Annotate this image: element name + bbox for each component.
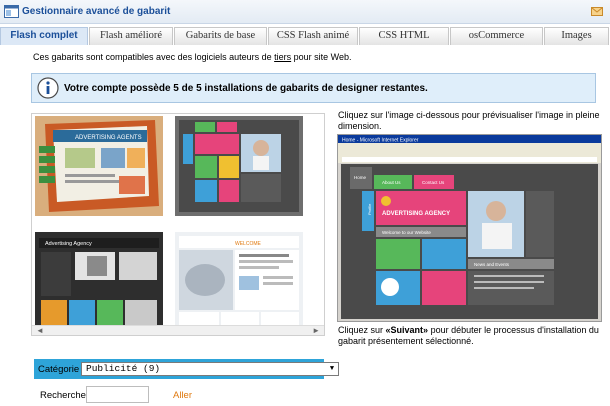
thumb1-heading: ADVERTISING AGENTS: [75, 135, 142, 141]
svg-text:About Us: About Us: [382, 180, 401, 185]
template-thumbnail[interactable]: ADVERTISING AGENTS: [35, 116, 163, 216]
thumbnail-advertising-agency-dark: Advertising Agency: [35, 232, 163, 332]
gallery-horizontal-scrollbar[interactable]: ◄ ►: [32, 325, 324, 335]
tab-flash-ameliore[interactable]: Flash amélioré: [89, 27, 173, 45]
svg-text:Profile: Profile: [367, 203, 372, 215]
preview-caption: Cliquez sur l'image ci-dessous pour prév…: [338, 110, 600, 131]
scroll-left-icon[interactable]: ◄: [36, 326, 44, 335]
tiers-link[interactable]: tiers: [274, 52, 291, 62]
chevron-down-icon[interactable]: ▼: [326, 363, 338, 375]
template-gallery: ADVERTISING AGENTS Advertising Agency WE…: [31, 113, 325, 336]
category-select[interactable]: Publicité (9) ▼: [81, 362, 339, 376]
svg-text:Contact Us: Contact Us: [422, 180, 445, 185]
svg-text:News and Events: News and Events: [474, 262, 510, 267]
template-thumbnail[interactable]: [175, 116, 303, 216]
template-thumbnail[interactable]: Advertising Agency: [35, 232, 163, 332]
svg-text:Home: Home: [354, 175, 367, 180]
mail-icon[interactable]: [591, 7, 603, 16]
search-input[interactable]: [86, 386, 149, 403]
preview-window-title: Home - Microsoft Internet Explorer: [342, 138, 419, 144]
installation-notice: Votre compte possède 5 de 5 installation…: [31, 73, 596, 103]
template-preview-image[interactable]: Home - Microsoft Internet Explorer Home …: [337, 134, 602, 322]
app-window-icon: [4, 5, 19, 18]
category-selected-value: Publicité (9): [86, 363, 161, 374]
template-type-tabs: Flash complet Flash amélioré Gabarits de…: [0, 27, 610, 45]
tab-oscommerce[interactable]: osCommerce: [450, 27, 543, 45]
tab-flash-complet[interactable]: Flash complet: [0, 27, 88, 45]
info-icon: [37, 77, 59, 99]
title-bar: Gestionnaire avancé de gabarit: [0, 0, 610, 24]
category-bar: Catégorie Publicité (9) ▼: [34, 359, 339, 379]
thumb4-heading: WELCOME: [235, 241, 262, 247]
thumb3-heading: Advertising Agency: [45, 241, 92, 247]
thumbnail-welcome-light: WELCOME: [175, 232, 303, 332]
compatibility-text: Ces gabarits sont compatibles avec des l…: [33, 52, 352, 62]
scroll-right-icon[interactable]: ►: [312, 326, 320, 335]
category-label: Catégorie: [38, 364, 80, 375]
next-step-caption: Cliquez sur «Suivant» pour débuter le pr…: [338, 325, 599, 346]
preview-agency-title: ADVERTISING AGENCY: [382, 211, 450, 217]
go-link[interactable]: Aller: [173, 390, 192, 401]
thumbnail-dark-tiles: [175, 116, 303, 216]
preview-screenshot: Home - Microsoft Internet Explorer Home …: [338, 135, 601, 321]
tab-images[interactable]: Images: [544, 27, 609, 45]
template-thumbnail[interactable]: WELCOME: [175, 232, 303, 332]
thumbnail-advertising-agents: ADVERTISING AGENTS: [35, 116, 163, 216]
tab-css-flash-anime[interactable]: CSS Flash animé: [268, 27, 358, 45]
tab-css-html[interactable]: CSS HTML: [359, 27, 449, 45]
svg-text:Welcome to our Website: Welcome to our Website: [382, 230, 431, 235]
notice-text: Votre compte possède 5 de 5 installation…: [64, 83, 428, 94]
window-title: Gestionnaire avancé de gabarit: [22, 6, 171, 17]
search-label: Recherche: [40, 390, 86, 401]
tab-gabarits-de-base[interactable]: Gabarits de base: [174, 27, 267, 45]
